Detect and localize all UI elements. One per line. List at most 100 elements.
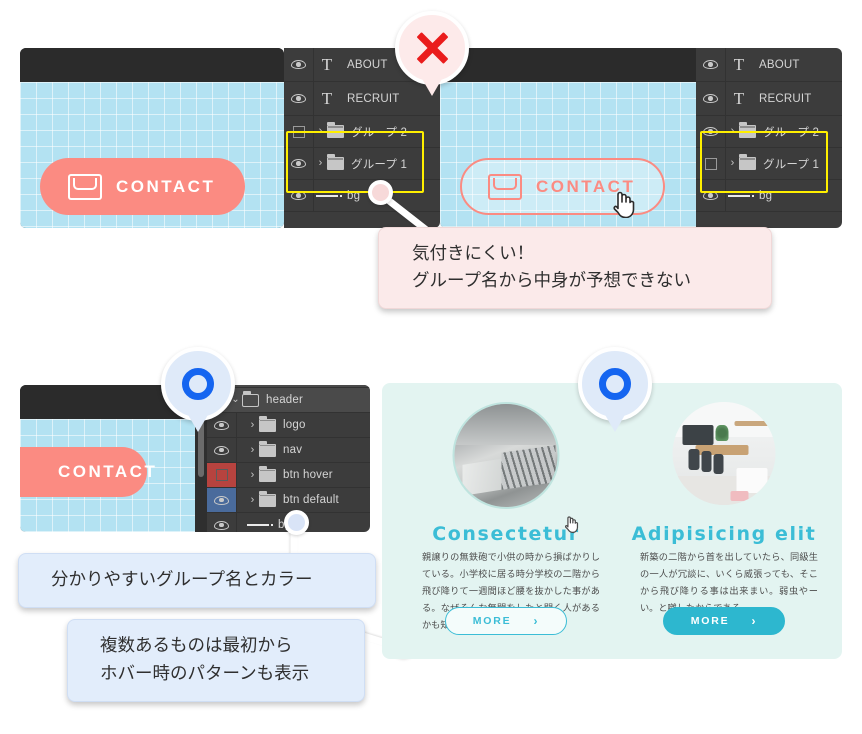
card-item: Consectetur 親譲りの無鉄砲で小供の時から損ばかりしている。小学校に居… (400, 383, 612, 659)
layer-visibility-toggle[interactable] (284, 116, 314, 147)
chevron-right-icon[interactable]: › (726, 158, 739, 169)
card-item: Adipisicing elit 新築の二階から首を出していたら、同級生の一人が… (618, 383, 830, 659)
layer-name: RECRUIT (347, 92, 400, 105)
folder-icon (327, 154, 344, 170)
layer-row-group2[interactable]: › グループ 2 (696, 116, 842, 148)
eye-icon (214, 445, 229, 455)
layer-row-group1[interactable]: › グループ 1 (284, 148, 440, 180)
layer-visibility-toggle[interactable] (207, 488, 237, 512)
envelope-icon (68, 173, 102, 200)
card-more-button-hover[interactable]: MORE › (663, 607, 785, 635)
chevron-right-icon[interactable]: › (246, 444, 259, 456)
chevron-right-icon[interactable]: › (246, 419, 259, 431)
eye-icon (214, 420, 229, 430)
chevron-right-icon[interactable]: › (726, 126, 739, 137)
layer-name: btn hover (283, 469, 333, 481)
text-t-icon: T (733, 89, 745, 108)
circle-mark-icon (182, 368, 214, 400)
layer-visibility-toggle[interactable] (696, 116, 726, 147)
folder-icon (739, 122, 756, 138)
layer-row-group2[interactable]: › グループ 2 (284, 116, 440, 148)
chevron-right-icon[interactable]: › (246, 469, 259, 481)
hand-cursor-icon (565, 516, 579, 533)
x-mark-pin (395, 11, 469, 96)
layer-visibility-toggle[interactable] (284, 82, 314, 115)
x-mark-icon (415, 31, 449, 65)
card-photo (452, 402, 560, 509)
eye-icon (214, 520, 229, 530)
envelope-icon (488, 173, 522, 200)
mock-header-bar (440, 48, 696, 82)
layer-name: ABOUT (759, 58, 800, 71)
folder-open-icon (242, 390, 259, 407)
line-shape-icon (316, 194, 342, 197)
layer-name: グループ 1 (763, 158, 820, 171)
layer-row-btn-default[interactable]: › btn default (207, 488, 370, 513)
eye-icon (214, 495, 229, 505)
layer-name: bg (347, 189, 361, 202)
mock-header-bar (20, 48, 284, 82)
eye-icon (703, 191, 718, 200)
layer-visibility-toggle[interactable] (207, 513, 237, 532)
chevron-right-icon: › (533, 614, 540, 628)
contact-button-label: CONTACT (116, 176, 216, 196)
eye-icon (703, 94, 718, 103)
layer-visibility-toggle[interactable] (284, 180, 314, 211)
layer-name: header (266, 394, 304, 406)
layer-visibility-toggle[interactable] (207, 463, 237, 487)
folder-icon (259, 465, 276, 482)
layer-row-bg[interactable]: bg (696, 180, 842, 212)
folder-icon (327, 122, 344, 138)
layer-row[interactable]: T RECRUIT (696, 82, 842, 116)
callout-text: 複数あるものは最初から ホバー時のパターンも表示 (100, 636, 310, 684)
shape-layer-thumb (726, 180, 754, 211)
folder-icon (739, 154, 756, 170)
layer-name: nav (283, 444, 303, 456)
eye-icon (291, 191, 306, 200)
type-layer-thumb: T (314, 56, 340, 73)
folder-icon (259, 415, 276, 432)
chevron-right-icon[interactable]: › (314, 126, 327, 137)
contact-button-default[interactable]: CONTACT (40, 158, 245, 215)
layer-name: bg (759, 189, 773, 202)
layer-row-bg[interactable]: bg (284, 180, 440, 212)
layer-row[interactable]: T RECRUIT (284, 82, 440, 116)
shape-layer-thumb (245, 513, 273, 532)
layer-visibility-toggle[interactable] (696, 48, 726, 81)
eye-icon (291, 60, 306, 69)
text-t-icon: T (733, 55, 745, 74)
card-more-button-default[interactable]: MORE › (445, 607, 567, 635)
circle-mark-pin-left (161, 347, 235, 432)
layer-row[interactable]: T ABOUT (696, 48, 842, 82)
type-layer-thumb: T (314, 90, 340, 107)
more-button-label: MORE (690, 615, 730, 627)
card-title: Consectetur (432, 523, 580, 545)
layers-panel-hover-example[interactable]: T ABOUT T RECRUIT › グループ 2 › グループ 1 bg (696, 48, 842, 228)
line-shape-icon (728, 194, 754, 197)
layer-visibility-toggle[interactable] (696, 148, 726, 179)
layer-visibility-toggle[interactable] (696, 82, 726, 115)
callout-text: 気付きにくい！ グループ名から中身が予想できない (412, 243, 691, 291)
contact-button-default[interactable]: CONTACT (20, 447, 155, 497)
callout-clear-group-names: 分かりやすいグループ名とカラー (18, 553, 376, 608)
eye-icon (703, 60, 718, 69)
hand-cursor-icon (613, 191, 635, 218)
callout-hover-pattern: 複数あるものは最初から ホバー時のパターンも表示 (67, 619, 365, 702)
layer-row-btn-hover[interactable]: › btn hover (207, 463, 370, 488)
layer-visibility-toggle[interactable] (696, 180, 726, 211)
hidden-square-icon (704, 157, 717, 170)
eye-icon (291, 159, 306, 168)
more-button-label: MORE (472, 615, 512, 627)
layer-row-logo[interactable]: › logo (207, 413, 370, 438)
chevron-right-icon[interactable]: › (246, 494, 259, 506)
type-layer-thumb: T (726, 90, 752, 107)
layer-visibility-toggle[interactable] (207, 438, 237, 462)
contact-button-label: CONTACT (58, 462, 158, 481)
card-photo (672, 402, 776, 505)
layer-row-nav[interactable]: › nav (207, 438, 370, 463)
layer-visibility-toggle[interactable] (284, 48, 314, 81)
layer-visibility-toggle[interactable] (284, 148, 314, 179)
layer-row-group1[interactable]: › グループ 1 (696, 148, 842, 180)
chevron-right-icon[interactable]: › (314, 158, 327, 169)
folder-icon (259, 440, 276, 457)
